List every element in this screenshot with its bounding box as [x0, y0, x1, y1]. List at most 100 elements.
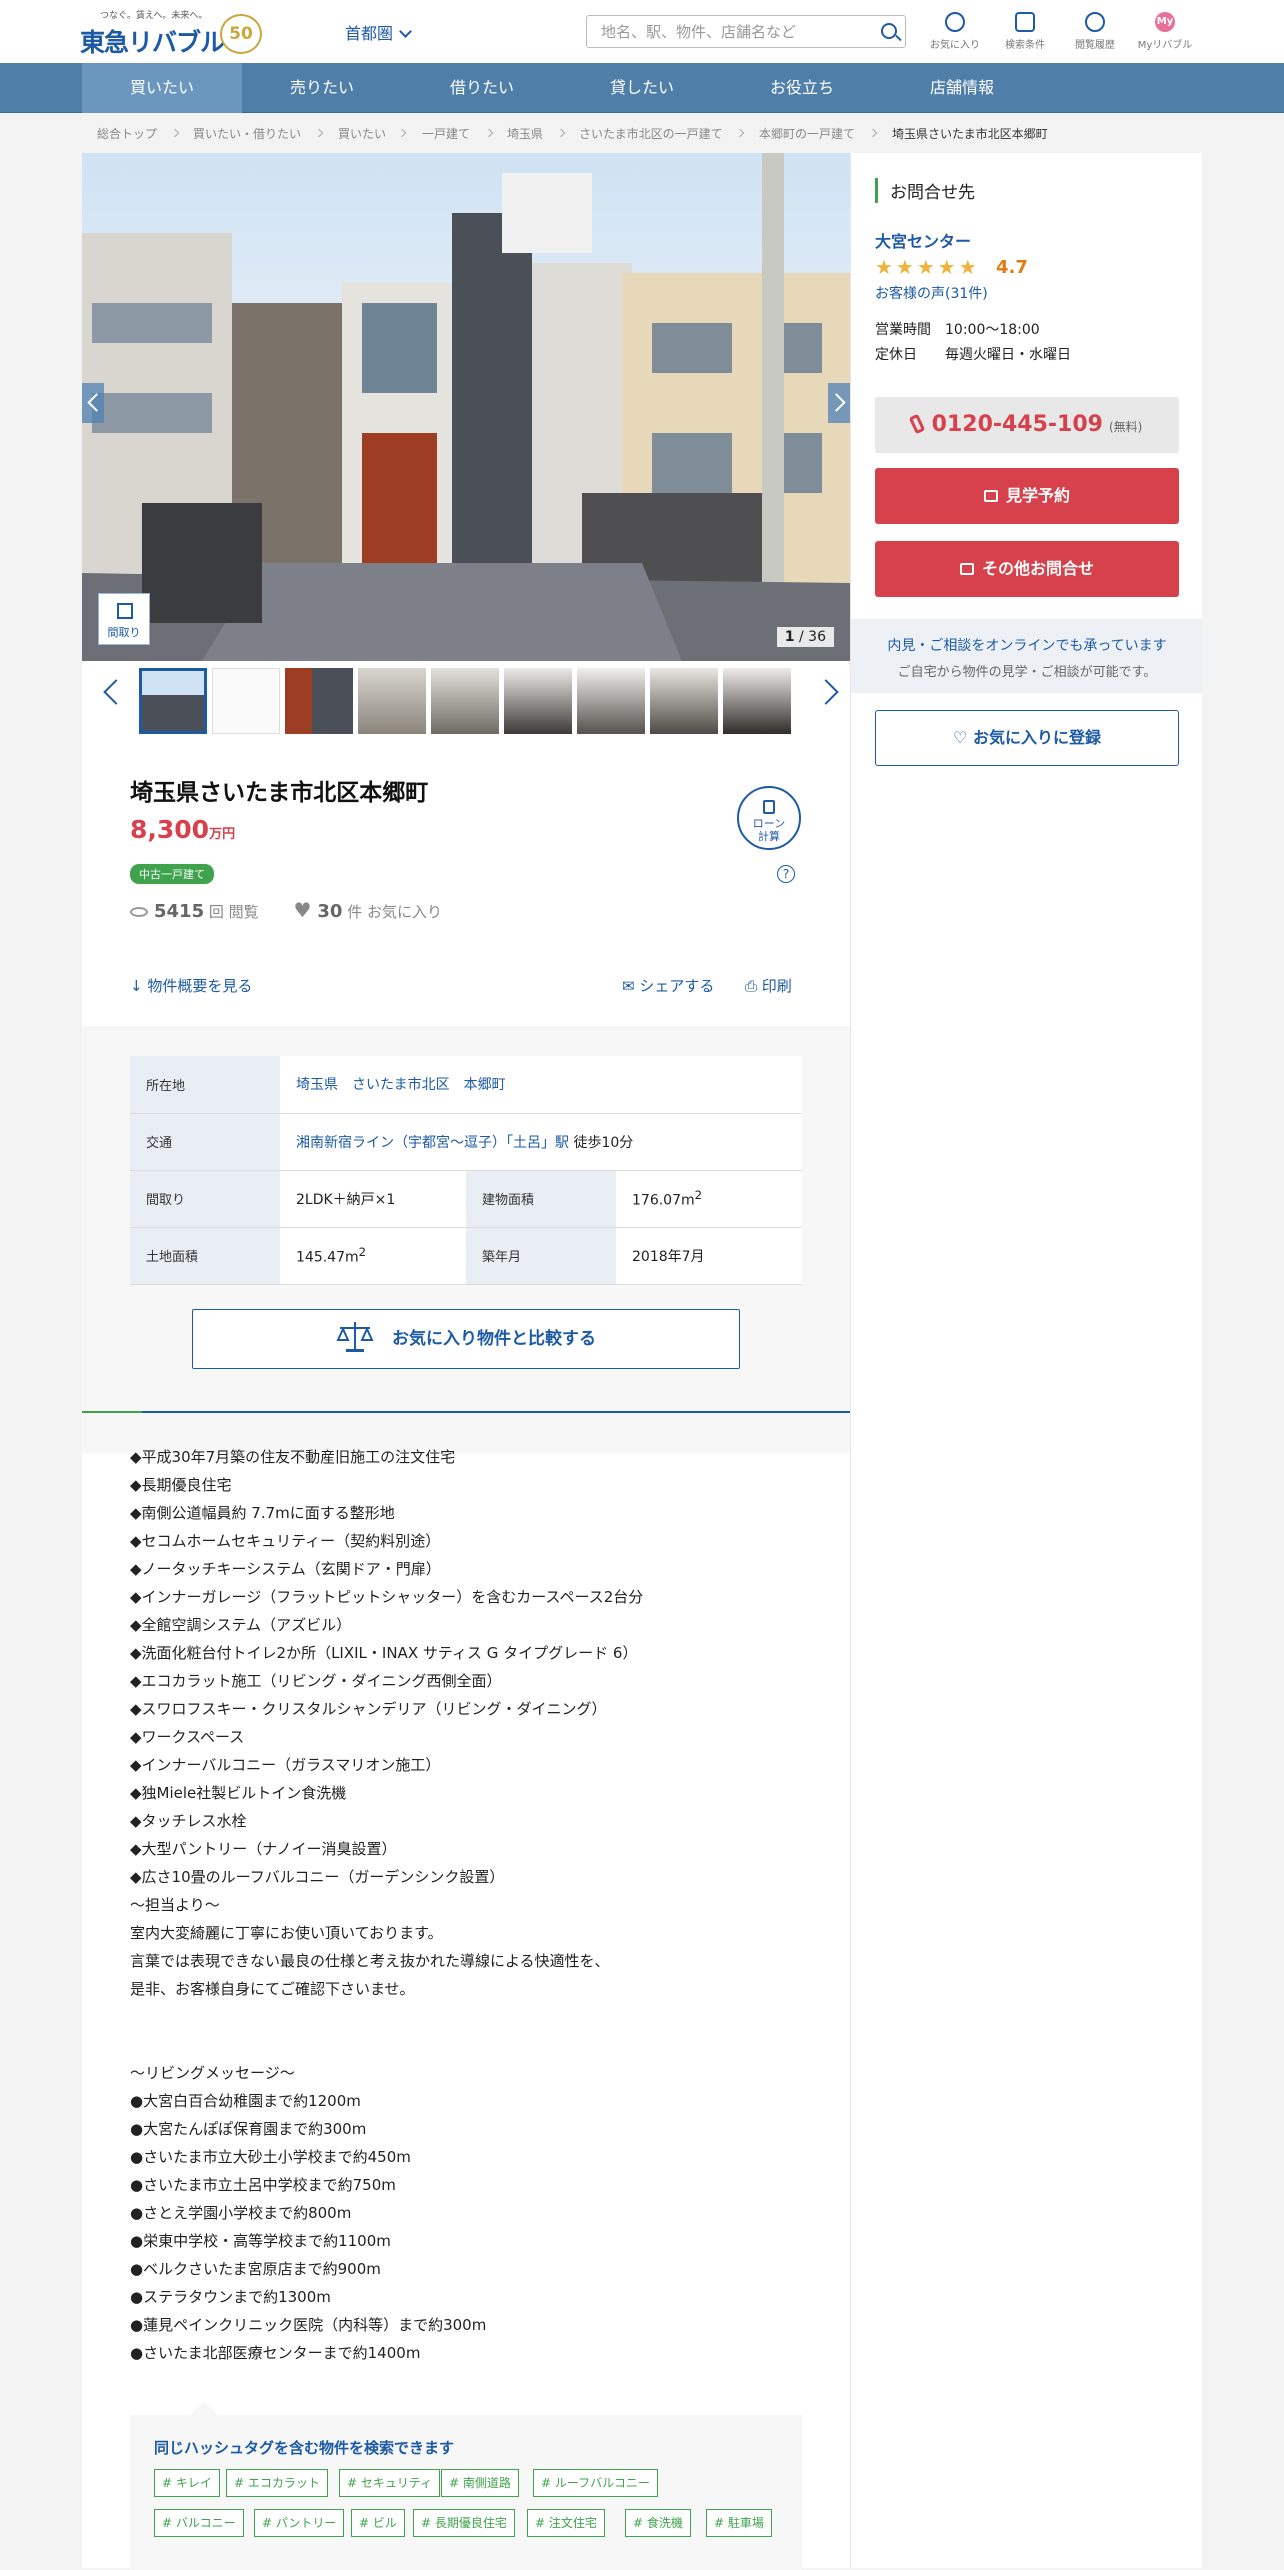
hashtag-link[interactable]: # エコカラット: [226, 2469, 328, 2497]
online-notice-title: 内見・ご相談をオンラインでも承っています: [887, 638, 1167, 654]
nav-rent[interactable]: 借りたい: [402, 63, 562, 113]
thumbnail-2[interactable]: [212, 668, 280, 734]
hashtag-link[interactable]: # ルーフバルコニー: [533, 2469, 658, 2497]
breadcrumb-separator: [397, 128, 407, 138]
breadcrumb-item[interactable]: 買いたい: [338, 125, 386, 142]
price-value: 8,300: [130, 815, 210, 844]
rating-value: 4.7: [996, 257, 1028, 278]
hashtag-link[interactable]: # 南側道路: [441, 2469, 519, 2497]
phone-note: (無料): [1108, 420, 1143, 434]
nav-useful[interactable]: お役立ち: [722, 63, 882, 113]
visit-label: 見学予約: [1005, 486, 1070, 505]
main-photo[interactable]: 間取り 1 / 36: [82, 153, 850, 661]
add-favorite-button[interactable]: ♡ お気に入りに登録: [875, 710, 1179, 766]
share-button[interactable]: ✉ シェアする: [622, 975, 714, 996]
spec-label: 築年月: [466, 1227, 616, 1285]
compare-label: お気に入り物件と比較する: [392, 1329, 596, 1349]
help-icon[interactable]: ?: [777, 865, 795, 883]
photo-next-button[interactable]: [828, 383, 850, 423]
clock-icon: [1085, 12, 1105, 32]
chat-icon: [959, 563, 974, 575]
region-label: 首都圏: [345, 24, 394, 43]
search-box: [586, 15, 906, 48]
breadcrumb-item[interactable]: 埼玉県: [507, 125, 543, 142]
hours-value: 10:00～18:00: [945, 322, 1040, 338]
photo-prev-button[interactable]: [82, 383, 104, 423]
floorplan-icon: [117, 603, 133, 619]
house-exterior-image: [82, 153, 850, 661]
hashtag-link[interactable]: # キレイ: [154, 2469, 220, 2497]
history-link[interactable]: 閲覧履歴: [1060, 10, 1130, 51]
phone-button[interactable]: 0120-445-109 (無料): [875, 397, 1179, 453]
breadcrumb-item[interactable]: 一戸建て: [422, 125, 470, 142]
hashtag-link[interactable]: # 駐車場: [706, 2509, 772, 2537]
thumbnail-3[interactable]: [285, 668, 353, 734]
shop-link[interactable]: 大宮センター: [875, 228, 971, 252]
hashtag-link[interactable]: # 注文住宅: [527, 2509, 605, 2537]
nav-shops[interactable]: 店舗情報: [882, 63, 1042, 113]
building-area-number: 176.07m: [632, 1192, 695, 1209]
nav-lease[interactable]: 貸したい: [562, 63, 722, 113]
hashtag-link[interactable]: # 長期優良住宅: [413, 2509, 515, 2537]
site-logo[interactable]: つなぐ。賃えへ。未来へ。 東急リバブル 50: [80, 8, 280, 58]
floorplan-button[interactable]: 間取り: [98, 593, 150, 645]
breadcrumb-separator: [170, 128, 180, 138]
hashtag-link[interactable]: # パントリー: [254, 2509, 345, 2537]
hashtag-link[interactable]: # 食洗機: [625, 2509, 691, 2537]
print-button[interactable]: ⎙ 印刷: [745, 975, 792, 996]
visit-reservation-button[interactable]: 見学予約: [875, 468, 1179, 524]
nav-buy[interactable]: 買いたい: [82, 63, 242, 113]
section-divider: [82, 1411, 850, 1413]
spec-label: 土地面積: [130, 1227, 280, 1285]
spec-table: 所在地 埼玉県 さいたま市北区 本郷町 交通 湘南新宿ライン（宇都宮～逗子）「土…: [130, 1056, 802, 1285]
thumbnail-9[interactable]: [723, 668, 791, 734]
thumbnail-7[interactable]: [577, 668, 645, 734]
thumbnail-1[interactable]: [139, 668, 207, 734]
other-inquiry-button[interactable]: その他お問合せ: [875, 541, 1179, 597]
address-link[interactable]: 埼玉県 さいたま市北区 本郷町: [280, 1056, 802, 1114]
thumbnail-4[interactable]: [358, 668, 426, 734]
anniversary-badge: 50: [220, 14, 262, 54]
rating-stars: ★★★★★: [875, 255, 980, 279]
favorites-link[interactable]: お気に入り: [920, 10, 990, 51]
chevron-left-icon[interactable]: [103, 679, 129, 705]
hashtag-heading: 同じハッシュタグを含む物件を検索できます: [154, 2439, 455, 2457]
thumbnail-5[interactable]: [431, 668, 499, 734]
breadcrumb-separator: [484, 128, 494, 138]
spec-row-layout: 間取り 2LDK＋納戸×1 建物面積 176.07m2: [130, 1170, 802, 1228]
thumbnail-8[interactable]: [650, 668, 718, 734]
thumbnail-6[interactable]: [504, 668, 572, 734]
search-input[interactable]: [587, 16, 867, 47]
breadcrumb-item[interactable]: 買いたい・借りたい: [193, 125, 301, 142]
search-icon[interactable]: [881, 23, 897, 39]
breadcrumb-item[interactable]: 総合トップ: [97, 125, 157, 142]
spec-row-traffic: 交通 湘南新宿ライン（宇都宮～逗子）「土呂」駅 徒歩10分: [130, 1113, 802, 1171]
breadcrumb-separator: [556, 128, 566, 138]
customer-voice-link[interactable]: お客様の声(31件): [875, 283, 988, 303]
nav-sell[interactable]: 売りたい: [242, 63, 402, 113]
hours-label: 営業時間: [875, 322, 931, 338]
hashtag-link[interactable]: # バルコニー: [154, 2509, 244, 2537]
loan-calc-button[interactable]: ローン 計算: [737, 786, 801, 850]
breadcrumb-item[interactable]: 本郷町の一戸建て: [759, 125, 855, 142]
hashtag-link[interactable]: # セキュリティ: [339, 2469, 441, 2497]
view-unit: 回 閲覧: [208, 903, 259, 921]
shop-hours: 営業時間 10:00～18:00 定休日 毎週火曜日・水曜日: [875, 318, 1071, 368]
holiday-value: 毎週火曜日・水曜日: [945, 347, 1071, 363]
spec-row-land: 土地面積 145.47m2 築年月 2018年7月: [130, 1227, 802, 1285]
chevron-right-icon[interactable]: [813, 679, 839, 705]
breadcrumb-item[interactable]: さいたま市北区の一戸建て: [579, 125, 723, 142]
loan-label-2: 計算: [758, 830, 780, 843]
hashtag-link[interactable]: # ビル: [351, 2509, 405, 2537]
breadcrumb-separator: [735, 128, 745, 138]
spec-row-address: 所在地 埼玉県 さいたま市北区 本郷町: [130, 1056, 802, 1114]
scale-icon: [336, 1322, 374, 1352]
price-unit: 万円: [209, 827, 236, 842]
phone-icon: [908, 413, 925, 435]
compare-button[interactable]: お気に入り物件と比較する: [192, 1309, 740, 1369]
outline-link[interactable]: ↓ 物件概要を見る: [130, 975, 252, 996]
my-livable-link[interactable]: My Myリバブル: [1130, 10, 1200, 51]
region-selector[interactable]: 首都圏: [345, 20, 412, 44]
traffic-line-link[interactable]: 湘南新宿ライン（宇都宮～逗子）「土呂」駅: [296, 1135, 569, 1151]
search-conditions-link[interactable]: 検索条件: [990, 10, 1060, 51]
